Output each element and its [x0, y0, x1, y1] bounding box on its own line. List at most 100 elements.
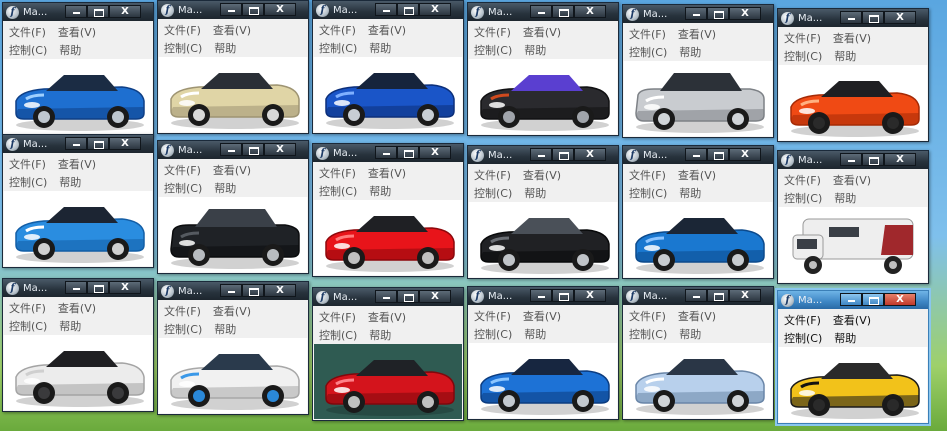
- menu-view[interactable]: 查看(V): [678, 26, 716, 42]
- maximize-button[interactable]: [707, 148, 729, 161]
- menu-view[interactable]: 查看(V): [523, 24, 561, 40]
- menu-view[interactable]: 查看(V): [368, 309, 406, 325]
- menu-help[interactable]: 帮助: [369, 40, 391, 56]
- menu-view[interactable]: 查看(V): [58, 300, 96, 316]
- menu-file[interactable]: 文件(F): [9, 156, 46, 172]
- menu-file[interactable]: 文件(F): [629, 308, 666, 324]
- menu-control[interactable]: 控制(C): [319, 327, 357, 343]
- menu-view[interactable]: 查看(V): [58, 24, 96, 40]
- flash-player-window[interactable]: f Ma... X 文件(F) 查看(V) 控制(C) 帮助: [2, 2, 154, 136]
- maximize-button[interactable]: [707, 289, 729, 302]
- menu-control[interactable]: 控制(C): [784, 190, 822, 206]
- menu-file[interactable]: 文件(F): [474, 308, 511, 324]
- menu-help[interactable]: 帮助: [834, 190, 856, 206]
- title-bar[interactable]: f Ma... X: [623, 287, 773, 305]
- flash-player-window[interactable]: f Ma... X 文件(F) 查看(V) 控制(C) 帮助: [777, 8, 929, 142]
- menu-view[interactable]: 查看(V): [58, 156, 96, 172]
- flash-player-icon[interactable]: f: [471, 289, 484, 303]
- title-bar[interactable]: f Ma... X: [158, 1, 308, 19]
- title-bar[interactable]: f Ma... X: [468, 287, 618, 305]
- menu-control[interactable]: 控制(C): [9, 318, 47, 334]
- close-button[interactable]: X: [574, 148, 606, 161]
- close-button[interactable]: X: [109, 281, 141, 294]
- close-button[interactable]: X: [884, 11, 916, 24]
- minimize-button[interactable]: [840, 293, 862, 306]
- flash-player-icon[interactable]: f: [626, 148, 639, 162]
- flash-player-icon[interactable]: f: [471, 148, 484, 162]
- maximize-button[interactable]: [552, 5, 574, 18]
- minimize-button[interactable]: [220, 284, 242, 297]
- maximize-button[interactable]: [242, 143, 264, 156]
- menu-file[interactable]: 文件(F): [784, 312, 821, 328]
- menu-view[interactable]: 查看(V): [523, 308, 561, 324]
- menu-file[interactable]: 文件(F): [629, 26, 666, 42]
- minimize-button[interactable]: [530, 5, 552, 18]
- menu-view[interactable]: 查看(V): [213, 162, 251, 178]
- menu-help[interactable]: 帮助: [679, 185, 701, 201]
- menu-view[interactable]: 查看(V): [678, 167, 716, 183]
- menu-help[interactable]: 帮助: [59, 174, 81, 190]
- close-button[interactable]: X: [264, 284, 296, 297]
- menu-file[interactable]: 文件(F): [164, 22, 201, 38]
- flash-player-icon[interactable]: f: [316, 146, 329, 160]
- flash-player-icon[interactable]: f: [781, 11, 794, 25]
- menu-help[interactable]: 帮助: [214, 180, 236, 196]
- menu-file[interactable]: 文件(F): [474, 24, 511, 40]
- close-button[interactable]: X: [729, 289, 761, 302]
- menu-file[interactable]: 文件(F): [784, 172, 821, 188]
- maximize-button[interactable]: [242, 3, 264, 16]
- flash-player-window[interactable]: f Ma... X 文件(F) 查看(V) 控制(C) 帮助: [777, 150, 929, 284]
- title-bar[interactable]: f Ma... X: [468, 3, 618, 21]
- menu-control[interactable]: 控制(C): [784, 48, 822, 64]
- menu-file[interactable]: 文件(F): [164, 303, 201, 319]
- flash-player-window[interactable]: f Ma... X 文件(F) 查看(V) 控制(C) 帮助: [312, 0, 464, 134]
- maximize-button[interactable]: [397, 146, 419, 159]
- menu-help[interactable]: 帮助: [679, 44, 701, 60]
- flash-player-icon[interactable]: f: [6, 137, 19, 151]
- close-button[interactable]: X: [729, 148, 761, 161]
- menu-view[interactable]: 查看(V): [678, 308, 716, 324]
- minimize-button[interactable]: [375, 146, 397, 159]
- maximize-button[interactable]: [862, 293, 884, 306]
- flash-player-window[interactable]: f Ma... X 文件(F) 查看(V) 控制(C) 帮助: [467, 2, 619, 136]
- menu-help[interactable]: 帮助: [214, 321, 236, 337]
- menu-control[interactable]: 控制(C): [629, 44, 667, 60]
- flash-player-icon[interactable]: f: [6, 281, 19, 295]
- menu-control[interactable]: 控制(C): [319, 183, 357, 199]
- title-bar[interactable]: f Ma... X: [3, 135, 153, 153]
- menu-file[interactable]: 文件(F): [474, 167, 511, 183]
- maximize-button[interactable]: [87, 137, 109, 150]
- menu-help[interactable]: 帮助: [834, 48, 856, 64]
- close-button[interactable]: X: [419, 290, 451, 303]
- maximize-button[interactable]: [242, 284, 264, 297]
- menu-control[interactable]: 控制(C): [164, 40, 202, 56]
- maximize-button[interactable]: [552, 289, 574, 302]
- flash-player-icon[interactable]: f: [626, 289, 639, 303]
- flash-player-window[interactable]: f Ma... X 文件(F) 查看(V) 控制(C) 帮助: [157, 140, 309, 274]
- flash-player-icon[interactable]: f: [626, 7, 639, 21]
- title-bar[interactable]: f Ma... X: [468, 146, 618, 164]
- title-bar[interactable]: f Ma... X: [313, 1, 463, 19]
- menu-view[interactable]: 查看(V): [833, 172, 871, 188]
- title-bar[interactable]: f Ma... X: [158, 141, 308, 159]
- minimize-button[interactable]: [685, 7, 707, 20]
- minimize-button[interactable]: [840, 11, 862, 24]
- menu-view[interactable]: 查看(V): [213, 22, 251, 38]
- maximize-button[interactable]: [862, 153, 884, 166]
- flash-player-icon[interactable]: f: [161, 3, 174, 17]
- menu-help[interactable]: 帮助: [524, 42, 546, 58]
- menu-view[interactable]: 查看(V): [368, 165, 406, 181]
- menu-help[interactable]: 帮助: [369, 327, 391, 343]
- minimize-button[interactable]: [220, 143, 242, 156]
- close-button[interactable]: X: [109, 5, 141, 18]
- title-bar[interactable]: f Ma... X: [313, 144, 463, 162]
- menu-view[interactable]: 查看(V): [368, 22, 406, 38]
- close-button[interactable]: X: [884, 293, 916, 306]
- minimize-button[interactable]: [375, 3, 397, 16]
- close-button[interactable]: X: [574, 5, 606, 18]
- menu-view[interactable]: 查看(V): [523, 167, 561, 183]
- menu-view[interactable]: 查看(V): [833, 312, 871, 328]
- menu-help[interactable]: 帮助: [834, 330, 856, 346]
- menu-control[interactable]: 控制(C): [9, 174, 47, 190]
- maximize-button[interactable]: [862, 11, 884, 24]
